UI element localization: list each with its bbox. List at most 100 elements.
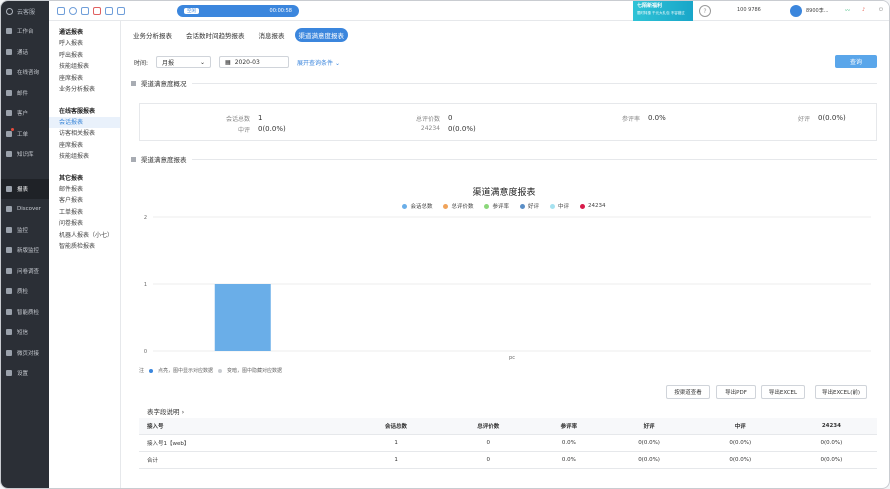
- sidebar-item-1[interactable]: 通话: [1, 42, 49, 63]
- sidebar-item-16[interactable]: 设置: [1, 363, 49, 384]
- table-cell: 0(0.0%): [694, 434, 786, 452]
- submenu-item[interactable]: 工单报表: [49, 207, 120, 219]
- ticket-icon: [6, 130, 12, 137]
- user-name[interactable]: 8900李...: [806, 7, 829, 14]
- sidebar-item-14[interactable]: 短信: [1, 322, 49, 343]
- export-excel-front-button[interactable]: 导出EXCEL(前): [815, 385, 867, 399]
- sidebar-item-11[interactable]: 问卷调查: [1, 261, 49, 282]
- tab-3[interactable]: 渠道满意度报表: [294, 28, 348, 42]
- top-bar: 空闲 00:00:58 ☏ ⊙ 七陌新福利 限时特惠 千元大礼包 不容错过 ? 1…: [49, 1, 889, 21]
- table-cell: 1: [349, 451, 443, 469]
- sidebar-item-13[interactable]: 智能质检: [1, 302, 49, 323]
- column-header[interactable]: 接入号: [139, 418, 350, 435]
- submenu-item[interactable]: 业务分析报表: [49, 84, 120, 96]
- help-icon[interactable]: ?: [699, 5, 711, 17]
- sidebar-item-label: 新版监控: [17, 248, 40, 255]
- export-pdf-button[interactable]: 导出PDF: [716, 385, 756, 399]
- table-cell: 0: [442, 434, 535, 452]
- column-header[interactable]: 总评价数: [442, 418, 535, 435]
- tab-2[interactable]: 消息报表: [255, 28, 289, 42]
- export-excel-button[interactable]: 导出EXCEL: [761, 385, 805, 399]
- mail-icon[interactable]: [81, 7, 89, 15]
- promo-banner[interactable]: 七陌新福利 限时特惠 千元大礼包 不容错过: [633, 1, 693, 21]
- submenu-item[interactable]: 技能组报表: [49, 151, 120, 163]
- submenu-item[interactable]: 呼入报表: [49, 38, 120, 50]
- lit-dot-icon: [149, 368, 154, 373]
- submenu-group-title: 通话报表: [59, 29, 84, 36]
- submenu-item[interactable]: 座席报表: [49, 140, 120, 152]
- sidebar-item-15[interactable]: 微页对接: [1, 343, 49, 364]
- time-label: 时间:: [134, 59, 149, 67]
- bar-chart: 0 1 2 pc: [144, 215, 871, 361]
- table-row: 接入号1【web】 1 0 0.0% 0(0.0%) 0(0.0%) 0(0.0%): [139, 434, 877, 452]
- expand-filters-link[interactable]: 展开查询条件 ⌄: [297, 58, 340, 67]
- table-cell: 0: [442, 451, 535, 469]
- chart-container: 渠道满意度报表 会话总数 总评价数 参评率 好评 中评 24234 0 1 2 pc: [131, 167, 877, 363]
- submenu-item[interactable]: 机器人报表（小七）: [49, 230, 120, 242]
- chart-note: 注 点亮，图中显示对应数据 变暗，图中隐藏对应数据: [139, 368, 283, 374]
- table-header-row: 接入号 会话总数 总评价数 参评率 好评 中评 24234: [139, 418, 877, 435]
- sidebar-item-10[interactable]: 新版监控: [1, 240, 49, 261]
- bell-icon[interactable]: ♪: [862, 7, 865, 13]
- submenu-item[interactable]: 邮件报表: [49, 184, 120, 196]
- submenu-item[interactable]: 呼出报表: [49, 50, 120, 62]
- submenu-item[interactable]: 智能质检报表: [49, 241, 120, 253]
- missed-call-icon[interactable]: [93, 7, 101, 15]
- submenu-item[interactable]: 座席报表: [49, 73, 120, 85]
- sidebar-item-12[interactable]: 质检: [1, 281, 49, 302]
- tab-1[interactable]: 会话数时间趋势报表: [182, 28, 249, 42]
- filter-bar: 时间: 月报 ⌄ ▦ 2020-03 展开查询条件 ⌄: [134, 56, 340, 68]
- history-icon[interactable]: [69, 7, 77, 15]
- view-by-channel-button[interactable]: 按渠道查看: [666, 385, 710, 399]
- summary-key: 会话总数: [225, 116, 250, 123]
- transfer-button[interactable]: ⊙: [252, 5, 264, 17]
- column-header[interactable]: 会话总数: [349, 418, 443, 435]
- submenu-item[interactable]: 会话报表: [49, 116, 120, 128]
- signal-icon: 〰: [845, 8, 851, 14]
- calendar-icon: ▦: [225, 58, 231, 66]
- sidebar-item-5[interactable]: 工单: [1, 124, 49, 145]
- submenu-item[interactable]: 问卷报表: [49, 218, 120, 230]
- summary-key: 参评率: [621, 116, 640, 123]
- sidebar-item-0[interactable]: 工作台: [1, 21, 49, 42]
- sidebar-item-label: 邮件: [17, 90, 29, 97]
- query-button[interactable]: 查询: [835, 55, 877, 68]
- contact-icon[interactable]: [105, 7, 113, 15]
- sidebar-item-3[interactable]: 邮件: [1, 83, 49, 104]
- chevron-down-icon: ⌄: [200, 58, 206, 66]
- monitor-icon: [6, 226, 12, 233]
- headset-icon[interactable]: [117, 7, 125, 15]
- summary-value: 0: [448, 114, 453, 122]
- sidebar-item-7[interactable]: 报表: [1, 178, 49, 199]
- link-icon: [6, 349, 12, 356]
- submenu-item[interactable]: 访客相关报表: [49, 128, 120, 140]
- survey-icon: [6, 267, 12, 274]
- column-header[interactable]: 24234: [785, 418, 877, 435]
- column-header[interactable]: 参评率: [534, 418, 604, 435]
- tab-0[interactable]: 业务分析报表: [129, 28, 176, 42]
- column-header[interactable]: 好评: [603, 418, 695, 435]
- sidebar-item-label: 报表: [17, 186, 29, 193]
- sidebar-item-9[interactable]: 监控: [1, 220, 49, 241]
- date-picker[interactable]: ▦ 2020-03: [219, 56, 290, 68]
- avatar[interactable]: [790, 5, 802, 17]
- column-header[interactable]: 中评: [694, 418, 786, 435]
- summary-stat: 总评价数 0: [390, 114, 452, 123]
- field-description-link[interactable]: 表字段说明 ›: [147, 406, 184, 416]
- sidebar-item-2[interactable]: 在线咨询: [1, 62, 49, 83]
- call-timer: 00:00:58: [269, 8, 292, 14]
- sidebar-item-6[interactable]: 知识库: [1, 144, 49, 165]
- table-cell: 0.0%: [534, 434, 604, 452]
- grid-icon[interactable]: [57, 7, 65, 15]
- sidebar-item-label: 客户: [17, 111, 29, 118]
- summary-key: 中评: [237, 127, 250, 134]
- sidebar-item-4[interactable]: 客户: [1, 103, 49, 124]
- agent-status[interactable]: 空闲: [184, 8, 199, 14]
- power-icon[interactable]: ⏻: [879, 7, 883, 13]
- period-select[interactable]: 月报 ⌄: [156, 56, 212, 68]
- submenu-item[interactable]: 技能组报表: [49, 61, 120, 73]
- dial-button[interactable]: ☏: [237, 5, 249, 17]
- bar-0[interactable]: [214, 284, 271, 351]
- sidebar-item-8[interactable]: Discover: [1, 199, 49, 220]
- submenu-item[interactable]: 客户报表: [49, 195, 120, 207]
